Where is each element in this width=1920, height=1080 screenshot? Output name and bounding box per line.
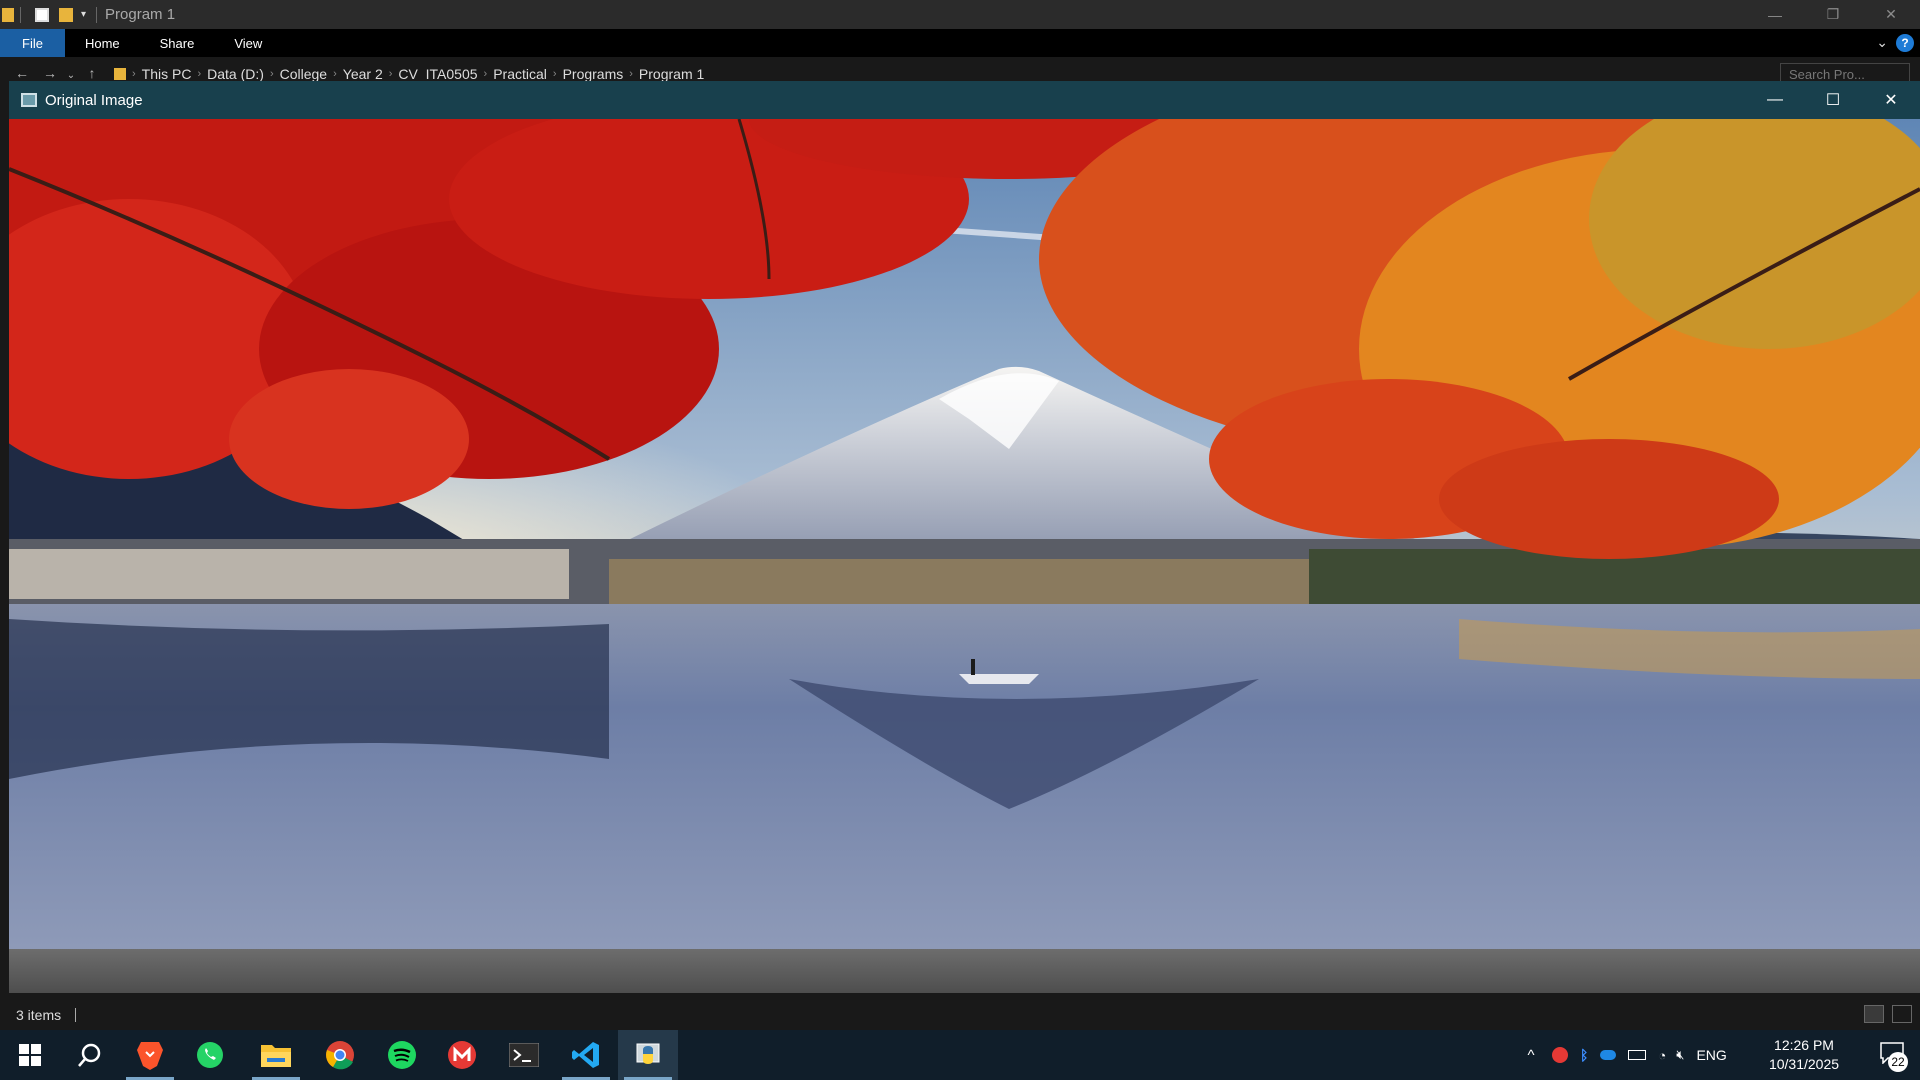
file-explorer-icon[interactable] [246,1030,306,1080]
close-button[interactable]: ✕ [1862,0,1920,29]
image-window-title: Original Image [45,91,143,109]
quick-access-dropdown-icon[interactable]: ▾ [81,9,86,20]
vscode-icon[interactable] [556,1030,616,1080]
breadcrumb-item[interactable]: Year 2 [343,66,383,81]
bluetooth-icon[interactable]: ᛒ [1580,1047,1588,1063]
image-maximize-button[interactable]: ☐ [1804,81,1862,119]
up-arrow-icon[interactable]: ↑ [78,65,106,81]
image-window-icon [21,93,37,107]
explorer-status-bar: 3 items [0,1000,1920,1030]
ribbon-tabs: File Home Share View ⌄ ? [0,29,1920,57]
item-count: 3 items [16,1007,62,1023]
python-icon[interactable] [618,1030,678,1080]
tab-share[interactable]: Share [140,29,215,57]
whatsapp-icon[interactable] [180,1030,240,1080]
breadcrumb-item[interactable]: Data (D:) [207,66,264,81]
back-arrow-icon[interactable]: ← [8,65,36,81]
tab-home[interactable]: Home [65,29,140,57]
breadcrumb-separator: › [483,68,488,80]
tab-file[interactable]: File [0,29,65,57]
folder-icon [2,7,14,22]
image-window-title-bar[interactable]: Original Image — ☐ ✕ [9,81,1920,119]
windows-start-icon[interactable] [0,1030,60,1080]
address-bar: ← → ⌄ ↑ › This PC › Data (D:) › College … [0,57,1920,81]
system-tray: ^ ᛒ ◔ 🔇︎ ENG [1520,1030,1726,1080]
breadcrumb-separator: › [552,68,557,80]
tab-view[interactable]: View [214,29,282,57]
brave-icon[interactable] [120,1030,180,1080]
notification-center-icon[interactable]: 22 [1880,1042,1908,1072]
image-close-button[interactable]: ✕ [1862,81,1920,119]
forward-arrow-icon[interactable]: → [36,65,64,81]
breadcrumb-item[interactable]: This PC [142,66,192,81]
properties-icon[interactable] [35,7,49,22]
spotify-icon[interactable] [372,1030,432,1080]
status-separator [75,1008,77,1022]
clock-time: 12:26 PM [1774,1037,1834,1053]
show-hidden-icons-icon[interactable]: ^ [1520,1047,1542,1064]
clock-date: 10/31/2025 [1768,1056,1840,1072]
quick-access-separator [20,6,21,23]
antivirus-icon[interactable] [1552,1047,1568,1063]
breadcrumb-item[interactable]: Program 1 [639,66,704,81]
folder-icon [114,68,126,80]
breadcrumb-separator: › [269,68,274,80]
onedrive-icon[interactable] [1600,1050,1617,1060]
new-folder-icon[interactable] [59,7,73,22]
clock[interactable]: 12:26 PM 10/31/2025 [1764,1036,1844,1074]
terminal-icon[interactable] [494,1030,554,1080]
taskbar: ^ ᛒ ◔ 🔇︎ ENG 12:26 PM 10/31/2025 22 [0,1030,1920,1080]
breadcrumb-separator: › [132,68,136,80]
help-button[interactable]: ? [1896,34,1914,52]
search-icon[interactable] [60,1030,120,1080]
breadcrumb[interactable]: › This PC › Data (D:) › College › Year 2… [114,57,704,81]
breadcrumb-item[interactable]: Programs [563,66,624,81]
details-view-button[interactable] [1864,1005,1884,1023]
window-title: Program 1 [105,6,176,23]
chrome-icon[interactable] [310,1030,370,1080]
large-icons-view-button[interactable] [1892,1005,1912,1023]
title-separator [96,6,98,23]
image-window-bottom-area [9,949,1920,993]
mount-fuji-photo [9,119,1920,949]
image-window: Original Image — ☐ ✕ [9,81,1920,993]
image-minimize-button[interactable]: — [1746,81,1804,119]
minimize-button[interactable]: — [1746,0,1804,29]
breadcrumb-item[interactable]: Practical [493,66,547,81]
breadcrumb-separator: › [629,68,633,80]
volume-muted-icon[interactable]: 🔇︎ [1676,1047,1684,1063]
notification-count-badge: 22 [1888,1052,1908,1072]
gmail-icon[interactable] [432,1030,492,1080]
expand-ribbon-icon[interactable]: ⌄ [1876,34,1888,51]
breadcrumb-separator: › [197,68,202,80]
breadcrumb-separator: › [333,68,337,80]
recent-locations-icon[interactable]: ⌄ [64,70,78,81]
restore-button[interactable]: ❐ [1804,0,1862,29]
language-indicator[interactable]: ENG [1696,1047,1726,1063]
explorer-title-bar: ▾ Program 1 — ❐ ✕ [0,0,1920,29]
breadcrumb-separator: › [388,68,393,80]
battery-icon[interactable] [1628,1050,1647,1060]
breadcrumb-item[interactable]: CV_ITA0505 [398,66,477,81]
wifi-icon[interactable]: ◔ [1658,1048,1666,1063]
breadcrumb-item[interactable]: College [280,66,327,81]
search-input[interactable]: Search Pro... [1780,63,1910,81]
